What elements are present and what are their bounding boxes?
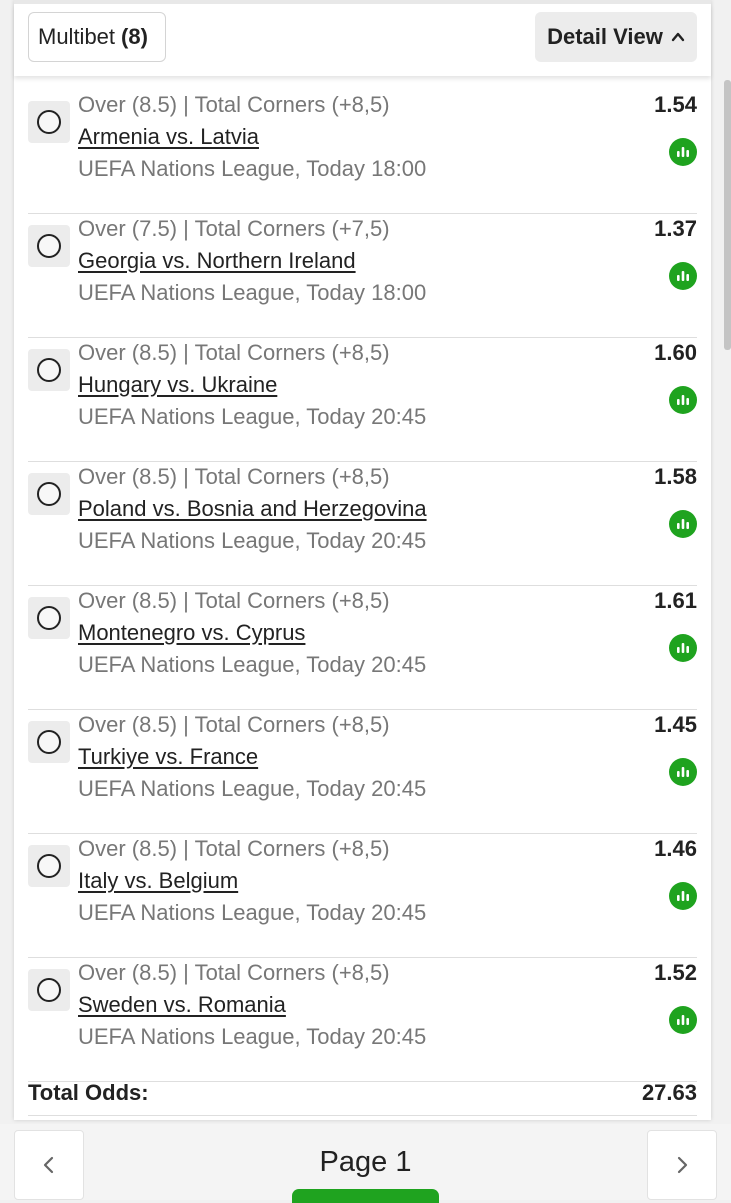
- bet-market: Over (8.5) | Total Corners (+8,5): [78, 836, 390, 861]
- multibet-label: Multibet: [38, 24, 116, 49]
- bet-odds: 1.52: [654, 960, 697, 985]
- radio-icon: [37, 854, 61, 878]
- radio-icon: [37, 978, 61, 1002]
- bet-match-link[interactable]: Georgia vs. Northern Ireland: [78, 248, 356, 274]
- bet-league: UEFA Nations League, Today 18:00: [78, 280, 427, 305]
- bet-market: Over (7.5) | Total Corners (+7,5): [78, 216, 390, 241]
- bet-odds: 1.60: [654, 340, 697, 365]
- bet-row: Over (8.5) | Total Corners (+8,5) Hungar…: [28, 338, 697, 462]
- bet-select-radio[interactable]: [28, 845, 70, 887]
- stats-icon[interactable]: [669, 262, 697, 290]
- total-odds-row: Total Odds: 27.63: [28, 1070, 697, 1116]
- bet-match-link[interactable]: Poland vs. Bosnia and Herzegovina: [78, 496, 427, 522]
- total-odds-label: Total Odds:: [28, 1080, 149, 1105]
- bet-select-radio[interactable]: [28, 969, 70, 1011]
- bet-odds: 1.61: [654, 588, 697, 613]
- bet-league: UEFA Nations League, Today 20:45: [78, 776, 427, 801]
- multibet-button[interactable]: Multibet (8): [28, 12, 166, 62]
- detail-view-button[interactable]: Detail View: [535, 12, 697, 62]
- detail-view-label: Detail View: [547, 24, 663, 49]
- bet-match-link[interactable]: Hungary vs. Ukraine: [78, 372, 277, 398]
- bet-row: Over (8.5) | Total Corners (+8,5) Italy …: [28, 834, 697, 958]
- chevron-up-icon: [671, 32, 685, 42]
- radio-icon: [37, 482, 61, 506]
- bet-odds: 1.37: [654, 216, 697, 241]
- bet-market: Over (8.5) | Total Corners (+8,5): [78, 340, 390, 365]
- multibet-count: (8): [121, 24, 148, 49]
- stats-icon[interactable]: [669, 758, 697, 786]
- bet-league: UEFA Nations League, Today 20:45: [78, 1024, 427, 1049]
- stats-icon[interactable]: [669, 634, 697, 662]
- radio-icon: [37, 234, 61, 258]
- bet-odds: 1.54: [654, 92, 697, 117]
- bet-market: Over (8.5) | Total Corners (+8,5): [78, 960, 390, 985]
- bet-match-link[interactable]: Montenegro vs. Cyprus: [78, 620, 305, 646]
- bet-odds: 1.58: [654, 464, 697, 489]
- scrollbar[interactable]: [724, 80, 731, 350]
- bet-row: Over (8.5) | Total Corners (+8,5) Turkiy…: [28, 710, 697, 834]
- bet-select-radio[interactable]: [28, 597, 70, 639]
- bet-market: Over (8.5) | Total Corners (+8,5): [78, 92, 390, 117]
- pager: Page 1: [0, 1124, 731, 1203]
- bet-row: Over (7.5) | Total Corners (+7,5) Georgi…: [28, 214, 697, 338]
- bet-select-radio[interactable]: [28, 225, 70, 267]
- bet-row: Over (8.5) | Total Corners (+8,5) Armeni…: [28, 90, 697, 214]
- stats-icon[interactable]: [669, 510, 697, 538]
- radio-icon: [37, 730, 61, 754]
- bet-league: UEFA Nations League, Today 20:45: [78, 404, 427, 429]
- bet-match-link[interactable]: Armenia vs. Latvia: [78, 124, 259, 150]
- chevron-right-icon: [677, 1156, 688, 1174]
- radio-icon: [37, 110, 61, 134]
- stats-icon[interactable]: [669, 1006, 697, 1034]
- bet-select-radio[interactable]: [28, 101, 70, 143]
- next-page-button[interactable]: [647, 1130, 717, 1200]
- bet-select-radio[interactable]: [28, 349, 70, 391]
- bet-odds: 1.45: [654, 712, 697, 737]
- page-indicator-label: Page 1: [319, 1146, 412, 1178]
- bet-league: UEFA Nations League, Today 20:45: [78, 528, 427, 553]
- bet-row: Over (8.5) | Total Corners (+8,5) Monten…: [28, 586, 697, 710]
- bet-row: Over (8.5) | Total Corners (+8,5) Sweden…: [28, 958, 697, 1082]
- bet-market: Over (8.5) | Total Corners (+8,5): [78, 588, 390, 613]
- stats-icon[interactable]: [669, 882, 697, 910]
- bet-select-radio[interactable]: [28, 473, 70, 515]
- radio-icon: [37, 606, 61, 630]
- stats-icon[interactable]: [669, 386, 697, 414]
- bet-league: UEFA Nations League, Today 20:45: [78, 652, 427, 677]
- stats-icon[interactable]: [669, 138, 697, 166]
- bet-match-link[interactable]: Turkiye vs. France: [78, 744, 258, 770]
- bet-row: Over (8.5) | Total Corners (+8,5) Poland…: [28, 462, 697, 586]
- betslip-header: Multibet (8) Detail View: [14, 4, 711, 76]
- total-odds-value: 27.63: [641, 1080, 697, 1105]
- bet-league: UEFA Nations League, Today 20:45: [78, 900, 427, 925]
- bet-select-radio[interactable]: [28, 721, 70, 763]
- active-page-button[interactable]: [292, 1189, 439, 1203]
- bet-market: Over (8.5) | Total Corners (+8,5): [78, 464, 390, 489]
- bet-match-link[interactable]: Italy vs. Belgium: [78, 868, 238, 894]
- bet-odds: 1.46: [654, 836, 697, 861]
- radio-icon: [37, 358, 61, 382]
- bet-market: Over (8.5) | Total Corners (+8,5): [78, 712, 390, 737]
- bet-match-link[interactable]: Sweden vs. Romania: [78, 992, 286, 1018]
- bet-league: UEFA Nations League, Today 18:00: [78, 156, 427, 181]
